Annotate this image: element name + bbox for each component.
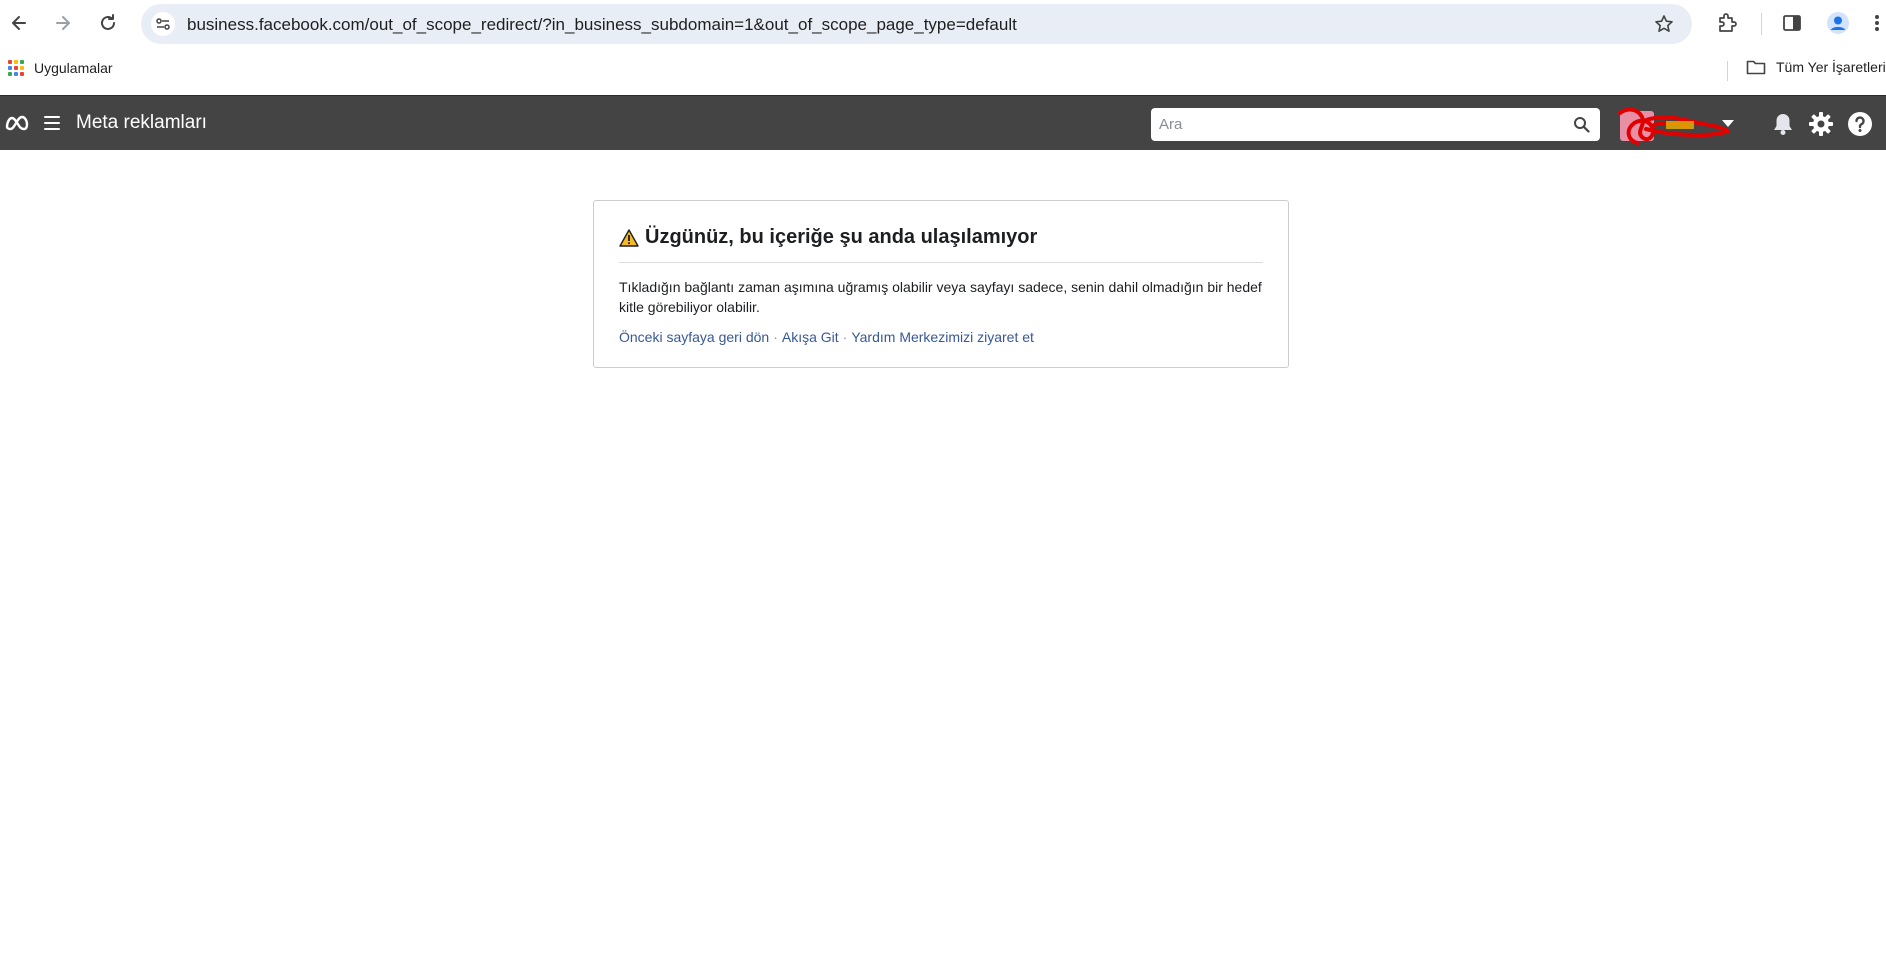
bookmarks-bar: Uygulamalar Tüm Yer İşaretleri (0, 47, 1886, 95)
ads-header: Meta reklamları (0, 95, 1886, 150)
profile-button[interactable] (1826, 11, 1850, 35)
menu-icon-bar (44, 128, 60, 130)
account-switcher[interactable] (1614, 103, 1744, 145)
menu-button[interactable] (44, 113, 62, 133)
search-icon[interactable] (1573, 116, 1590, 133)
url-text[interactable]: business.facebook.com/out_of_scope_redir… (187, 15, 1017, 35)
forward-button[interactable] (51, 11, 75, 35)
bookmarks-separator (1727, 61, 1728, 81)
menu-icon-bar (44, 122, 60, 124)
link-separator: · (773, 329, 778, 345)
browser-toolbar: business.facebook.com/out_of_scope_redir… (0, 0, 1886, 47)
redaction-scribble (1618, 107, 1730, 145)
all-bookmarks-button[interactable]: Tüm Yer İşaretleri (1746, 59, 1886, 75)
chevron-down-icon (1722, 120, 1734, 127)
site-info-icon (156, 18, 170, 30)
error-card: Üzgünüz, bu içeriğe şu anda ulaşılamıyor… (593, 200, 1289, 368)
help-center-link[interactable]: Yardım Merkezimizi ziyaret et (851, 329, 1034, 345)
error-description: Tıkladığın bağlantı zaman aşımına uğramı… (619, 279, 1262, 315)
error-title: Üzgünüz, bu içeriğe şu anda ulaşılamıyor (645, 226, 1038, 248)
search-box[interactable] (1151, 108, 1600, 141)
more-icon (1875, 15, 1879, 31)
meta-logo-icon (5, 115, 29, 131)
back-icon (12, 16, 26, 30)
toolbar-separator (1761, 13, 1762, 35)
bookmark-apps[interactable]: Uygulamalar (8, 60, 113, 76)
search-input[interactable] (1159, 109, 1559, 140)
profile-icon (1827, 12, 1849, 34)
reload-icon (101, 14, 115, 30)
star-icon (1655, 15, 1673, 32)
go-back-link[interactable]: Önceki sayfaya geri dön (619, 329, 769, 345)
bookmark-apps-label: Uygulamalar (34, 60, 113, 76)
forward-icon (56, 16, 70, 30)
app-title[interactable]: Meta reklamları (76, 112, 207, 134)
settings-button[interactable] (1808, 111, 1834, 137)
error-links: Önceki sayfaya geri dön · Akışa Git · Yardım… (619, 329, 1034, 345)
warning-icon (619, 229, 639, 247)
side-panel-button[interactable] (1780, 11, 1804, 35)
help-icon (1848, 112, 1872, 136)
error-header: Üzgünüz, bu içeriğe şu anda ulaşılamıyor (619, 226, 1263, 263)
bookmark-star-button[interactable] (1654, 14, 1674, 34)
reload-button[interactable] (96, 11, 120, 35)
go-to-feed-link[interactable]: Akışa Git (782, 329, 839, 345)
extensions-icon (1719, 13, 1737, 32)
address-bar[interactable]: business.facebook.com/out_of_scope_redir… (141, 4, 1692, 44)
gear-icon (1809, 112, 1833, 136)
more-menu-button[interactable] (1868, 11, 1886, 35)
back-button[interactable] (7, 11, 31, 35)
link-separator: · (842, 329, 848, 345)
meta-logo[interactable] (4, 112, 30, 134)
all-bookmarks-label: Tüm Yer İşaretleri (1776, 59, 1886, 75)
side-panel-icon (1783, 15, 1801, 31)
apps-grid-icon (8, 60, 24, 76)
help-button[interactable] (1847, 111, 1873, 137)
site-info-button[interactable] (151, 12, 175, 36)
notifications-button[interactable] (1770, 111, 1796, 137)
extensions-button[interactable] (1715, 11, 1739, 35)
bell-icon (1774, 114, 1792, 135)
folder-icon (1746, 60, 1766, 75)
menu-icon (44, 116, 60, 118)
